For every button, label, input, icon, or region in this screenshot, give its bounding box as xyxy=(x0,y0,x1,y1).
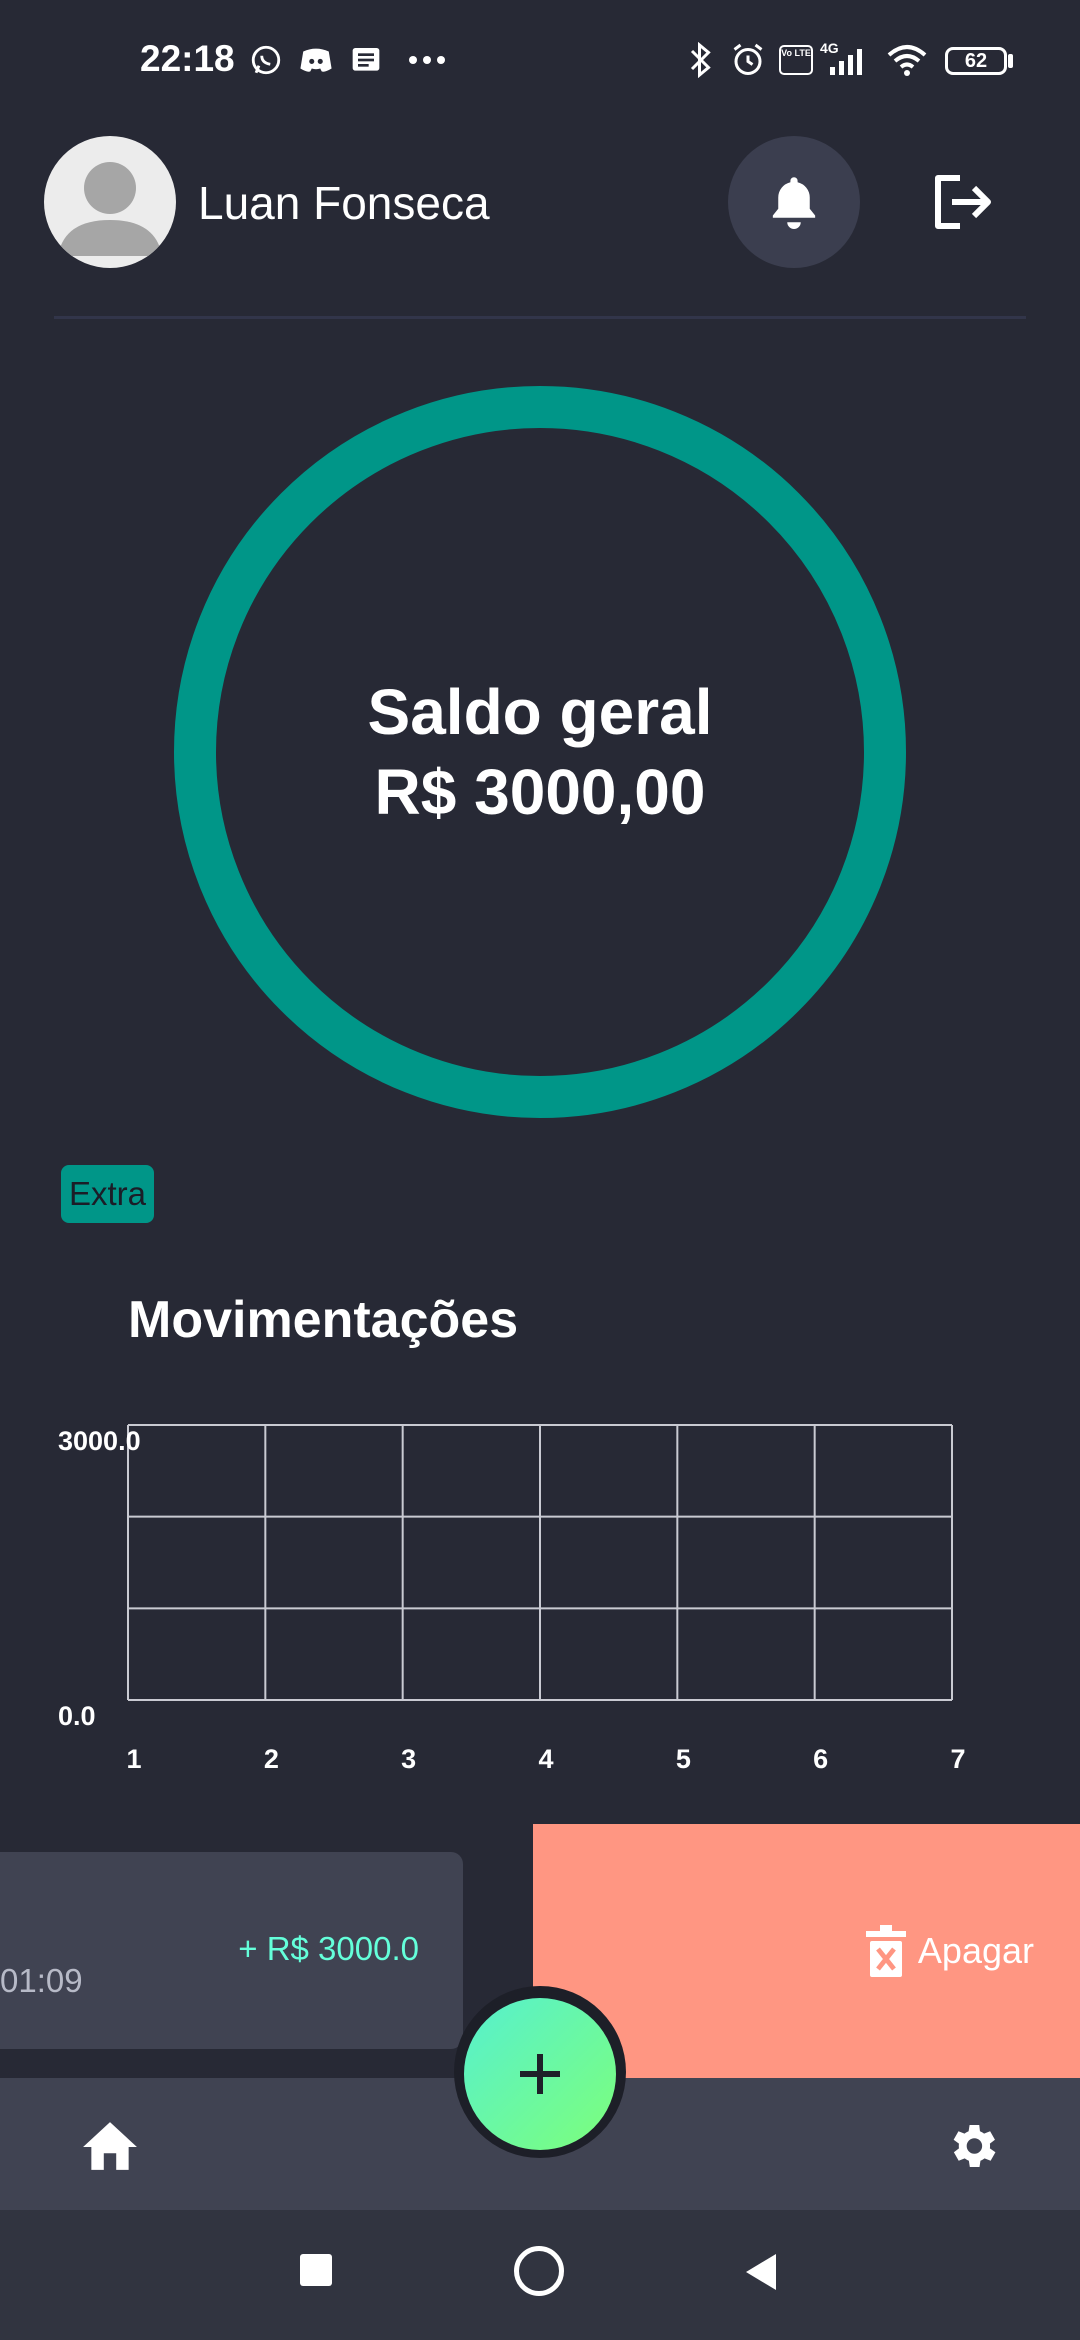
chart-x-tick-label: 1 xyxy=(126,1744,141,1774)
chart-x-tick-label: 3 xyxy=(401,1744,416,1774)
transaction-card[interactable]: + R$ 3000.0 01:09 xyxy=(0,1852,463,2049)
settings-button[interactable] xyxy=(932,2106,1012,2186)
balance-ring: Saldo geral R$ 3000,00 xyxy=(174,386,906,1118)
discord-icon xyxy=(296,40,336,80)
balance-label: Saldo geral xyxy=(367,676,713,748)
volte-icon: Vo LTE xyxy=(778,40,814,80)
message-icon xyxy=(346,40,386,80)
alarm-icon xyxy=(728,40,768,80)
battery-cap xyxy=(1008,54,1013,68)
movements-chart: 1 2 3 4 5 6 7 3000.0 0.0 xyxy=(58,1424,966,1774)
delete-label: Apagar xyxy=(917,1930,1034,1971)
chart-x-tick-label: 7 xyxy=(950,1744,965,1774)
settings-icon xyxy=(953,2124,996,2168)
chart-y-tick-label: 0.0 xyxy=(58,1701,96,1731)
transaction-amount: + R$ 3000.0 xyxy=(238,1930,419,1967)
chart-x-tick-label: 2 xyxy=(264,1744,279,1774)
more-dots-icon xyxy=(404,40,450,80)
whatsapp-icon xyxy=(246,40,286,80)
volte-label: Vo LTE xyxy=(779,45,813,75)
signal-icon xyxy=(826,40,870,80)
battery-icon: 62 xyxy=(945,47,1007,75)
balance-value: R$ 3000,00 xyxy=(374,756,706,828)
back-icon[interactable] xyxy=(742,2252,778,2292)
status-time: 22:18 xyxy=(140,38,235,79)
chart-x-tick-label: 5 xyxy=(676,1744,691,1774)
system-navigation-bar xyxy=(0,2210,1080,2340)
bell-icon xyxy=(772,177,816,229)
logout-icon xyxy=(935,175,991,229)
logout-button[interactable] xyxy=(920,160,1004,244)
home-icon xyxy=(83,2122,137,2170)
add-transaction-button[interactable] xyxy=(464,1998,616,2150)
home-button[interactable] xyxy=(72,2108,148,2184)
plus-icon xyxy=(520,2054,560,2094)
wifi-icon xyxy=(884,40,930,80)
chart-x-tick-label: 4 xyxy=(538,1744,553,1774)
avatar-icon xyxy=(58,162,162,256)
chart-y-tick-label: 3000.0 xyxy=(58,1426,141,1456)
header-divider xyxy=(54,316,1026,319)
chart-title: Movimentações xyxy=(128,1291,519,1349)
notifications-button[interactable] xyxy=(728,136,860,268)
trash-icon xyxy=(865,1925,906,1977)
home-system-icon[interactable] xyxy=(514,2246,564,2296)
transaction-time: 01:09 xyxy=(0,1962,83,1999)
user-name: Luan Fonseca xyxy=(198,177,490,229)
chart-x-tick-label: 6 xyxy=(813,1744,828,1774)
bluetooth-icon xyxy=(686,40,716,80)
recents-icon[interactable] xyxy=(300,2254,332,2286)
category-chip-extra[interactable]: Extra xyxy=(61,1165,155,1223)
avatar[interactable] xyxy=(44,136,176,268)
